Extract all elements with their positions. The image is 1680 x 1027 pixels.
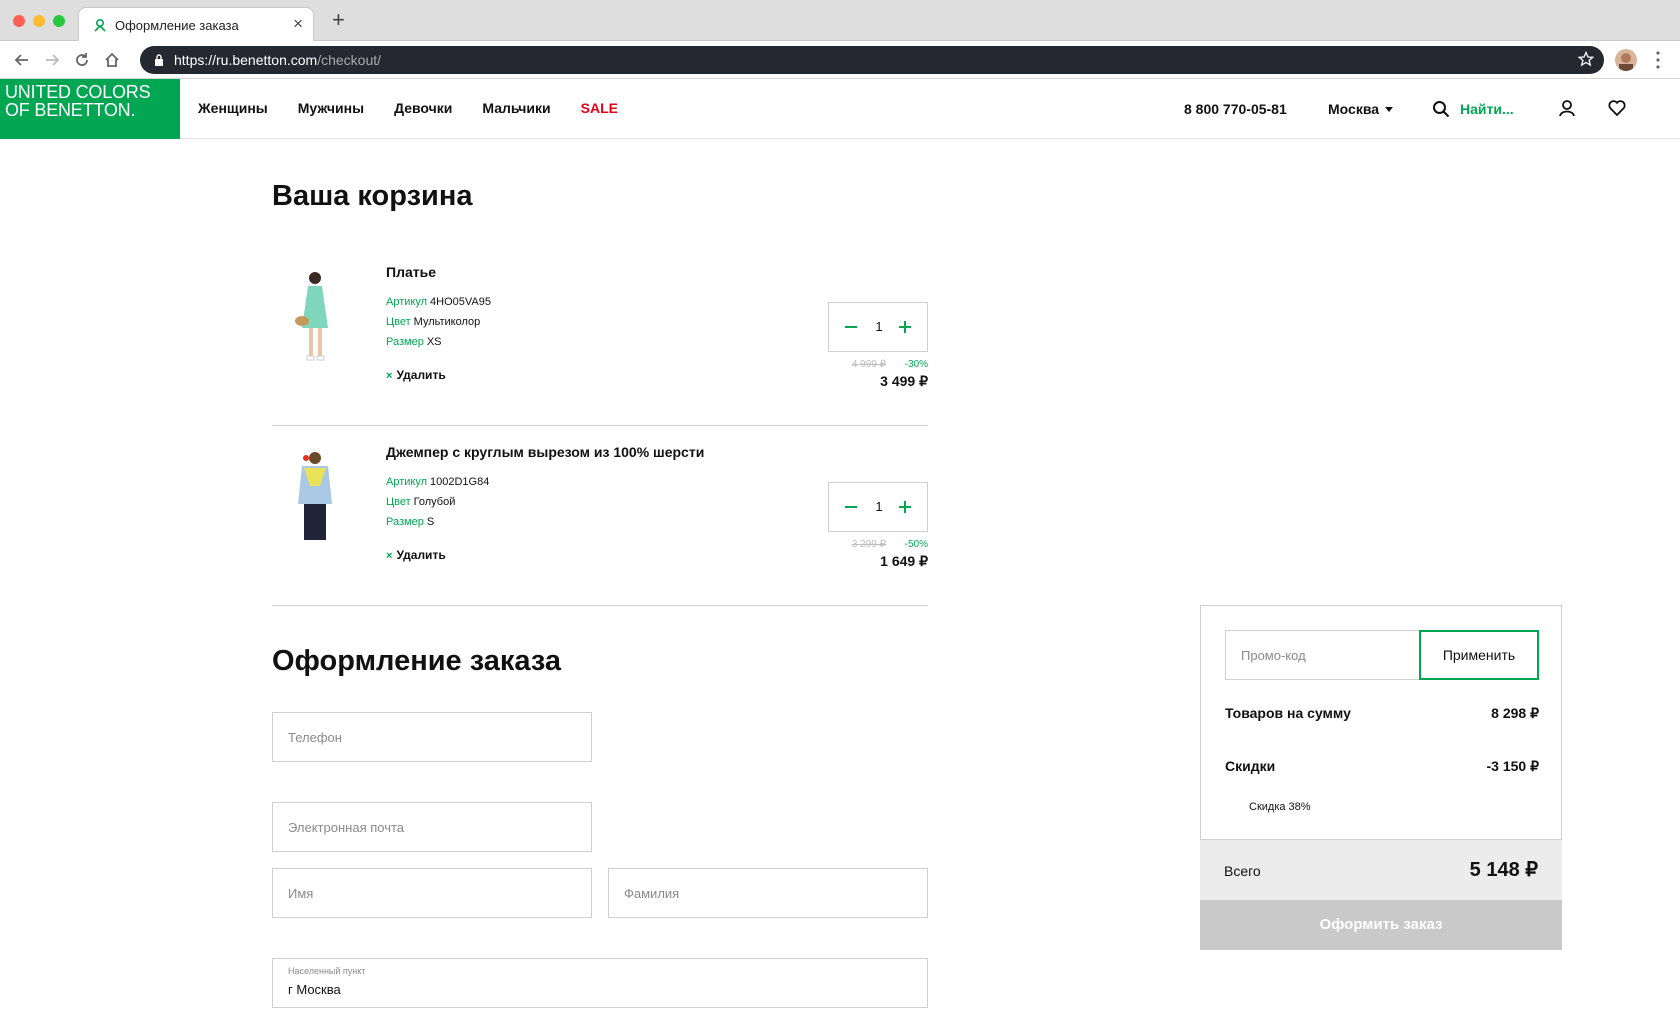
goods-total-value: 8 298 ₽ xyxy=(1491,705,1539,721)
plus-icon[interactable] xyxy=(893,315,917,339)
total-value: 5 148 ₽ xyxy=(1469,859,1538,881)
goods-total-row: Товаров на сумму 8 298 ₽ xyxy=(1225,705,1539,721)
checkout-button[interactable]: Оформить заказ xyxy=(1200,900,1562,950)
nav-women[interactable]: Женщины xyxy=(198,100,268,116)
logo-line-2: OF BENETTON. xyxy=(5,100,136,120)
quantity-stepper: 1 xyxy=(828,482,928,532)
quantity-stepper: 1 xyxy=(828,302,928,352)
browser-toolbar: https://ru.benetton.com/checkout/ xyxy=(0,41,1680,79)
discounts-row: Скидки -3 150 ₽ xyxy=(1225,758,1539,774)
checkout-title: Оформление заказа xyxy=(272,645,562,677)
chevron-down-icon xyxy=(1385,107,1394,112)
item-price: 1 649 ₽ xyxy=(880,553,928,569)
nav-sale[interactable]: SALE xyxy=(581,100,618,116)
discount-badge: -50% xyxy=(904,539,928,550)
item-price: 3 499 ₽ xyxy=(880,373,928,389)
old-price: 4 999 ₽ xyxy=(851,359,886,370)
minus-icon[interactable] xyxy=(839,495,863,519)
goods-total-label: Товаров на сумму xyxy=(1225,705,1351,721)
email-field[interactable]: Электронная почта xyxy=(272,802,592,852)
phone-field[interactable]: Телефон xyxy=(272,712,592,762)
url-text: https://ru.benetton.com/checkout/ xyxy=(174,52,382,68)
nav-girls[interactable]: Девочки xyxy=(394,100,452,116)
remove-button[interactable]: × Удалить xyxy=(386,368,446,382)
product-image-sweater[interactable] xyxy=(282,446,348,546)
city-field[interactable]: Населенный пункт г Москва xyxy=(272,958,928,1008)
search-icon xyxy=(1433,101,1450,118)
close-x-icon: × xyxy=(386,370,393,382)
last-name-placeholder: Фамилия xyxy=(624,886,680,901)
item-name[interactable]: Платье xyxy=(386,264,436,280)
close-window-button[interactable] xyxy=(13,15,25,27)
quantity-value: 1 xyxy=(875,319,883,334)
profile-avatar[interactable] xyxy=(1615,49,1637,71)
heart-icon[interactable] xyxy=(1608,99,1626,117)
city-field-label: Населенный пункт xyxy=(288,966,366,976)
city-selector[interactable]: Москва xyxy=(1328,101,1394,117)
user-icon[interactable] xyxy=(1558,99,1576,117)
item-size: Размер XS xyxy=(386,336,442,348)
tab-close-icon[interactable]: × xyxy=(293,15,303,32)
star-icon[interactable] xyxy=(1578,51,1594,67)
discount-note: Скидка 38% xyxy=(1249,801,1311,813)
back-icon[interactable] xyxy=(12,50,32,70)
address-bar[interactable]: https://ru.benetton.com/checkout/ xyxy=(140,46,1604,74)
main-nav: Женщины Мужчины Девочки Мальчики SALE xyxy=(198,100,618,116)
browser-tabbar: Оформление заказа × + xyxy=(0,0,1680,42)
logo-line-1: UNITED COLORS xyxy=(5,82,151,102)
menu-dots-icon[interactable] xyxy=(1656,50,1660,70)
cart-title: Ваша корзина xyxy=(272,180,473,212)
discounts-label: Скидки xyxy=(1225,758,1276,774)
cart-item: Платье Артикул 4HO05VA95 Цвет Мультиколор … xyxy=(272,246,928,426)
phone-placeholder: Телефон xyxy=(288,730,342,745)
city-label: Москва xyxy=(1328,101,1380,117)
tab-title: Оформление заказа xyxy=(115,18,239,33)
browser-tab[interactable]: Оформление заказа × xyxy=(78,7,314,42)
nav-boys[interactable]: Мальчики xyxy=(482,100,550,116)
lock-icon xyxy=(155,54,163,66)
item-color: Цвет Мультиколор xyxy=(386,316,481,328)
minimize-window-button[interactable] xyxy=(33,15,45,27)
item-sku: Артикул 4HO05VA95 xyxy=(386,296,491,308)
first-name-placeholder: Имя xyxy=(288,886,314,901)
home-icon[interactable] xyxy=(102,50,122,70)
search-label: Найти... xyxy=(1460,101,1514,117)
first-name-field[interactable]: Имя xyxy=(272,868,592,918)
site-header: UNITED COLORS OF BENETTON. Женщины Мужчи… xyxy=(0,79,1680,139)
maximize-window-button[interactable] xyxy=(53,15,65,27)
nav-men[interactable]: Мужчины xyxy=(298,100,364,116)
benetton-logo[interactable]: UNITED COLORS OF BENETTON. xyxy=(0,79,180,139)
cart-item: Джемпер с круглым вырезом из 100% шерсти… xyxy=(272,426,928,606)
promo-code-input[interactable]: Промо-код xyxy=(1225,630,1419,680)
forward-icon[interactable] xyxy=(42,50,62,70)
item-sku: Артикул 1002D1G84 xyxy=(386,476,490,488)
benetton-favicon-icon xyxy=(94,18,106,32)
minus-icon[interactable] xyxy=(839,315,863,339)
item-color: Цвет Голубой xyxy=(386,496,456,508)
order-summary: Промо-код Применить Товаров на сумму 8 2… xyxy=(1200,605,1562,840)
apply-promo-button[interactable]: Применить xyxy=(1419,630,1539,680)
old-price: 3 299 ₽ xyxy=(851,539,886,550)
quantity-value: 1 xyxy=(875,499,883,514)
discounts-value: -3 150 ₽ xyxy=(1486,758,1540,774)
close-x-icon: × xyxy=(386,550,393,562)
discount-badge: -30% xyxy=(904,359,928,370)
total-row: Всего 5 148 ₽ xyxy=(1200,840,1562,900)
avatar-icon xyxy=(1619,53,1633,71)
email-placeholder: Электронная почта xyxy=(288,820,405,835)
plus-icon[interactable] xyxy=(893,495,917,519)
promo-placeholder: Промо-код xyxy=(1241,648,1306,663)
item-size: Размер S xyxy=(386,516,435,528)
item-name[interactable]: Джемпер с круглым вырезом из 100% шерсти xyxy=(386,444,704,460)
city-field-value: г Москва xyxy=(288,982,341,997)
total-label: Всего xyxy=(1224,863,1261,879)
new-tab-button[interactable]: + xyxy=(332,9,345,31)
product-image-dress[interactable] xyxy=(282,266,348,366)
phone-link[interactable]: 8 800 770-05-81 xyxy=(1184,101,1287,117)
reload-icon[interactable] xyxy=(72,50,92,70)
remove-button[interactable]: × Удалить xyxy=(386,548,446,562)
last-name-field[interactable]: Фамилия xyxy=(608,868,928,918)
